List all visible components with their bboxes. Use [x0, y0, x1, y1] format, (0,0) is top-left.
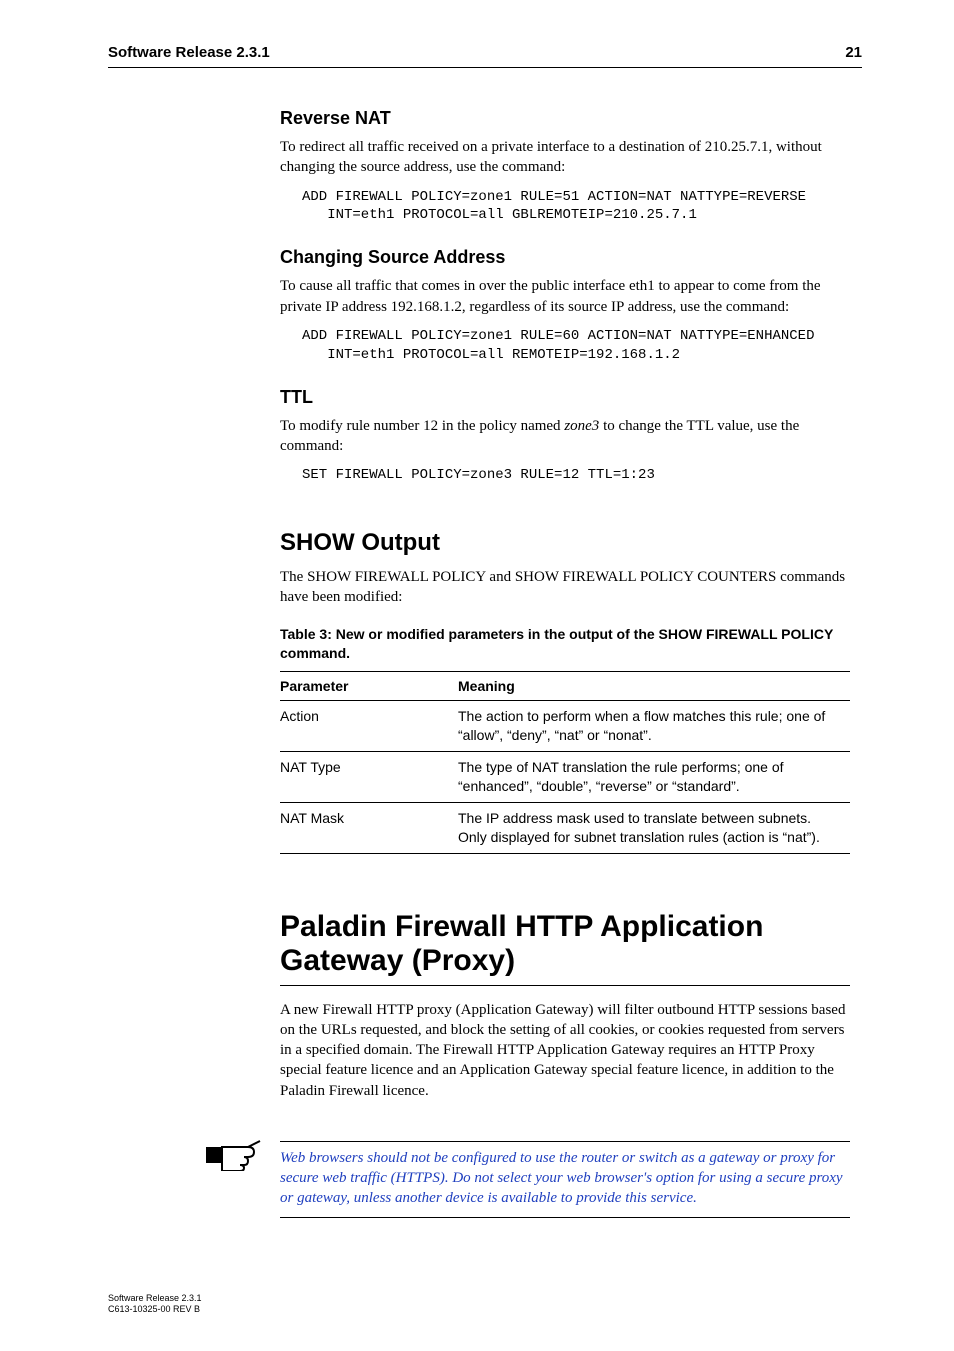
th-parameter: Parameter	[280, 672, 458, 701]
table-row: NAT Type The type of NAT translation the…	[280, 752, 850, 803]
page: Software Release 2.3.1 21 Reverse NAT To…	[0, 0, 954, 1351]
heading-show-output: SHOW Output	[280, 529, 850, 557]
pointing-hand-icon	[204, 1137, 264, 1176]
heading-paladin-rule	[280, 985, 850, 986]
para-show-output: The SHOW FIREWALL POLICY and SHOW FIREWA…	[280, 567, 850, 608]
cell-meaning: The type of NAT translation the rule per…	[458, 752, 850, 803]
heading-reverse-nat: Reverse NAT	[280, 108, 850, 129]
cell-param: NAT Mask	[280, 802, 458, 853]
note-rule-top	[280, 1141, 850, 1142]
para-ttl-pre: To modify rule number 12 in the policy n…	[280, 418, 564, 434]
code-reverse-nat: ADD FIREWALL POLICY=zone1 RULE=51 ACTION…	[302, 188, 850, 226]
note-rule-bottom	[280, 1217, 850, 1218]
page-footer: Software Release 2.3.1 C613-10325-00 REV…	[108, 1293, 202, 1315]
heading-paladin-l1: Paladin Firewall HTTP Application	[280, 910, 763, 943]
heading-ttl: TTL	[280, 387, 850, 408]
para-change-src: To cause all traffic that comes in over …	[280, 276, 850, 317]
note-text: Web browsers should not be configured to…	[280, 1148, 850, 1209]
code-change-src: ADD FIREWALL POLICY=zone1 RULE=60 ACTION…	[302, 327, 850, 365]
heading-change-src: Changing Source Address	[280, 247, 850, 268]
footer-line-1: Software Release 2.3.1	[108, 1293, 202, 1304]
cell-meaning: The action to perform when a flow matche…	[458, 701, 850, 752]
code-ttl: SET FIREWALL POLICY=zone3 RULE=12 TTL=1:…	[302, 466, 850, 485]
heading-paladin: Paladin Firewall HTTP Application Gatewa…	[280, 910, 850, 979]
table-row: NAT Mask The IP address mask used to tra…	[280, 802, 850, 853]
cell-param: Action	[280, 701, 458, 752]
cell-meaning: The IP address mask used to translate be…	[458, 802, 850, 853]
runhead-left: Software Release 2.3.1	[108, 44, 270, 61]
table-header-row: Parameter Meaning	[280, 672, 850, 701]
running-header: Software Release 2.3.1 21	[108, 44, 862, 67]
footer-line-2: C613-10325-00 REV B	[108, 1304, 202, 1315]
runhead-page-number: 21	[845, 44, 862, 61]
note-block: Web browsers should not be configured to…	[280, 1141, 850, 1218]
runhead-rule	[108, 67, 862, 68]
body-content: Reverse NAT To redirect all traffic rece…	[280, 108, 850, 1218]
cell-param: NAT Type	[280, 752, 458, 803]
para-reverse-nat: To redirect all traffic received on a pr…	[280, 137, 850, 178]
para-ttl: To modify rule number 12 in the policy n…	[280, 416, 850, 457]
heading-paladin-l2: Gateway (Proxy)	[280, 944, 515, 977]
table-show-policy: Parameter Meaning Action The action to p…	[280, 671, 850, 853]
para-paladin: A new Firewall HTTP proxy (Application G…	[280, 1000, 850, 1101]
table-row: Action The action to perform when a flow…	[280, 701, 850, 752]
th-meaning: Meaning	[458, 672, 850, 701]
para-ttl-em: zone3	[564, 418, 599, 434]
table-caption: Table 3: New or modified parameters in t…	[280, 625, 850, 663]
